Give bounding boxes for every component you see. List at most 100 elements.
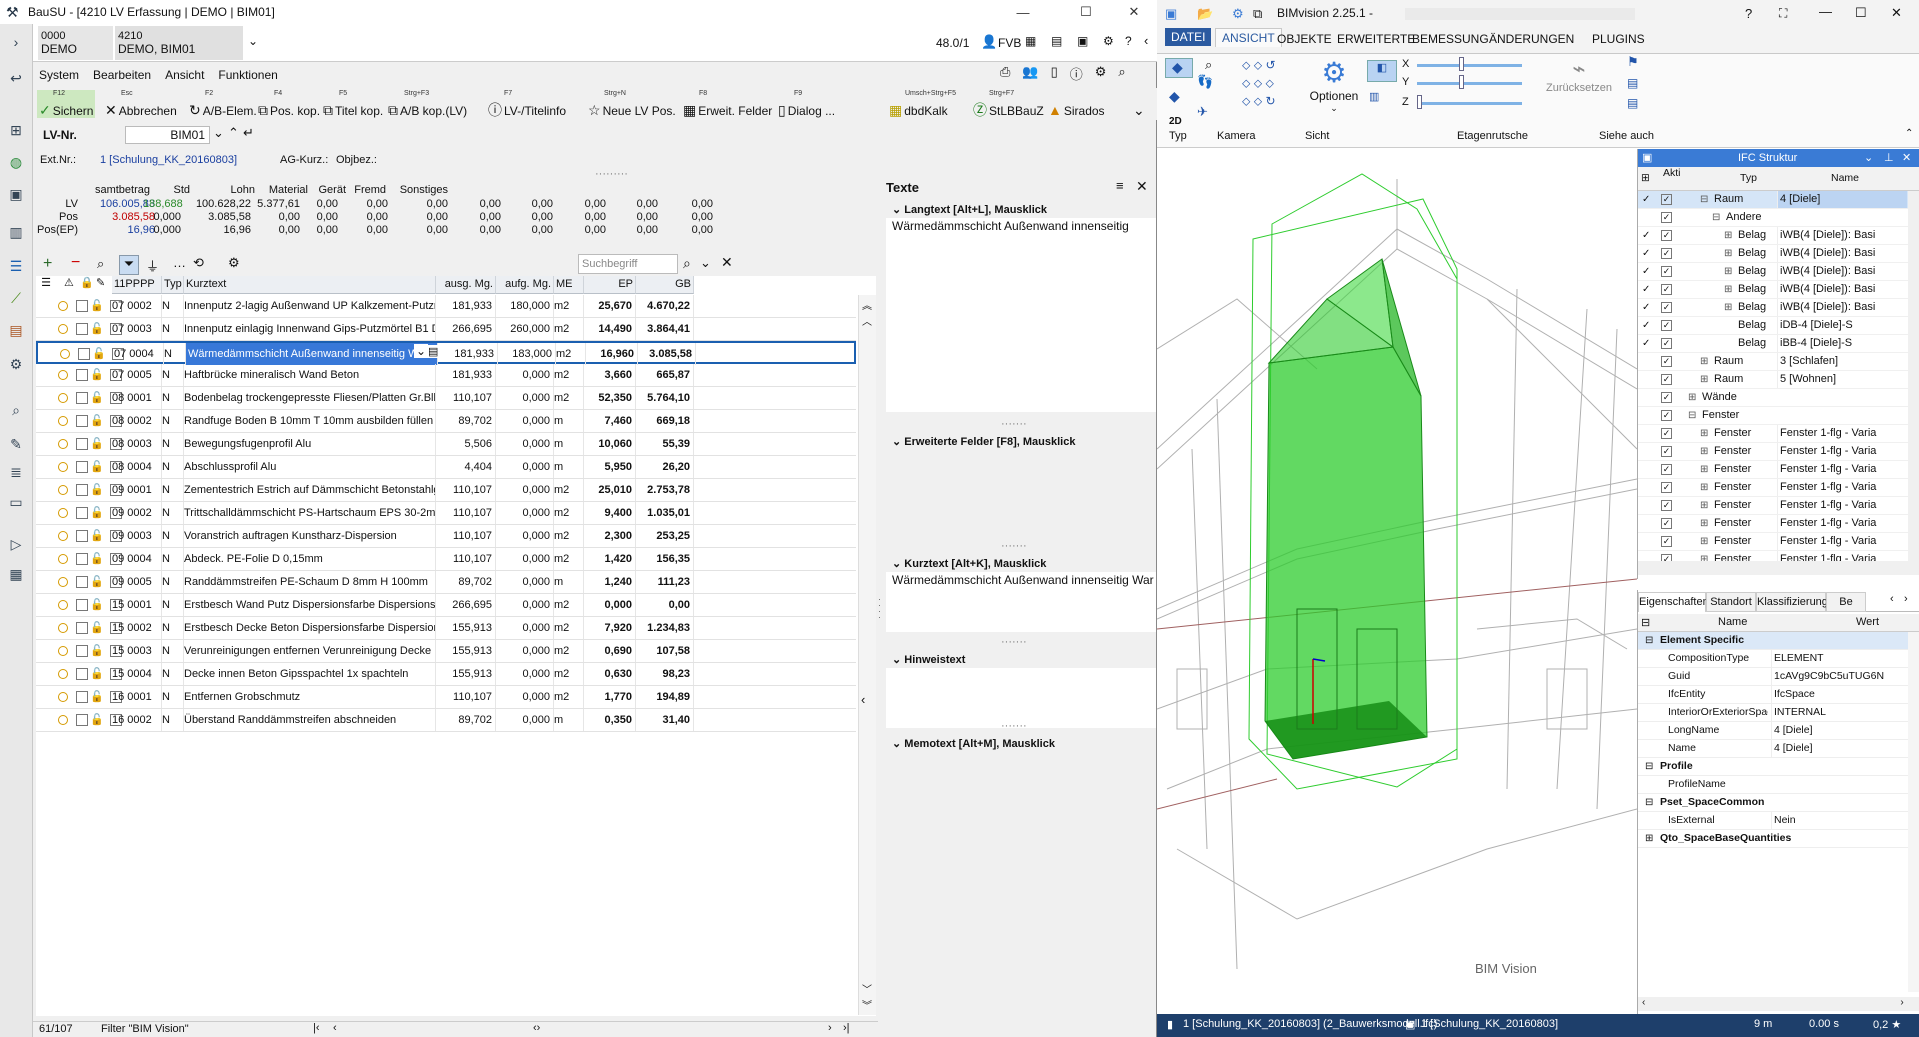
row-checkbox[interactable] xyxy=(76,300,88,312)
tree-row[interactable]: ✓ ✓ ⊞ Belag iWB(4 [Diele]): Basi xyxy=(1638,245,1908,263)
enter-icon[interactable]: ↵ xyxy=(243,125,254,141)
table-row[interactable]: 🔓 08 0002 N Randfuge Boden B 10mm T 10mm au… xyxy=(36,410,856,433)
kurztext-header[interactable]: ⌄ Kurztext [Alt+K], Mausklick xyxy=(886,556,1156,572)
menu-ansicht[interactable]: Ansicht xyxy=(165,68,204,82)
chevron-down-icon[interactable]: ⌄ xyxy=(1864,149,1873,167)
z-slider-thumb[interactable] xyxy=(1417,95,1422,109)
status-circle-icon[interactable] xyxy=(58,577,68,587)
lock-icon[interactable]: 🔓 xyxy=(90,483,104,496)
nav-last-icon[interactable]: ›| xyxy=(843,1022,850,1034)
maximize-button[interactable]: ☐ xyxy=(1063,0,1109,24)
property-row[interactable]: ProfileName xyxy=(1638,776,1908,794)
tree-checkbox[interactable]: ✓ xyxy=(1661,518,1672,529)
splitter-dots[interactable]: ······· xyxy=(1001,540,1027,552)
cell-kurztext[interactable]: Haftbrücke mineralisch Wand Beton xyxy=(184,364,436,386)
expand-icon[interactable]: ⊟ xyxy=(1712,209,1720,226)
status-circle-icon[interactable] xyxy=(58,393,68,403)
add-icon[interactable]: + xyxy=(43,255,52,273)
table-row[interactable]: 🔓 08 0003 N Bewegungsfugenprofil Alu 5,506 0,… xyxy=(36,433,856,456)
expand-icon[interactable]: ⊞ xyxy=(1724,227,1732,244)
status-circle-icon[interactable] xyxy=(58,508,68,518)
tree-row[interactable]: ✓ ✓ ⊟ Raum 4 [Diele] xyxy=(1638,191,1908,209)
tab-objekte[interactable]: OBJEKTE xyxy=(1277,32,1332,46)
table-row[interactable]: 🔓 07 0002 N Innenputz 2-lagig Außenwand UP … xyxy=(36,295,856,318)
memotext-body[interactable] xyxy=(886,752,1156,1032)
ab-elem-button[interactable]: F2 ↻ A/B-Elem. xyxy=(189,90,257,118)
expand-icon[interactable]: ⊞ xyxy=(1700,515,1708,532)
property-row[interactable]: IsExternal Nein xyxy=(1638,812,1908,830)
tree-checkbox[interactable]: ✓ xyxy=(1661,356,1672,367)
row-checkbox[interactable] xyxy=(76,576,88,588)
tree-checkbox[interactable]: ✓ xyxy=(1661,410,1672,421)
toolbar-overflow-icon[interactable]: ⌄ xyxy=(1133,90,1147,118)
lock-icon[interactable]: 🔓 xyxy=(90,644,104,657)
table-row[interactable]: 🔓 07 0005 N Haftbrücke mineralisch Wand Bet… xyxy=(36,364,856,387)
chevron-down-icon[interactable]: ⌄ xyxy=(213,125,224,141)
tree-row[interactable]: ✓ ⊞ Fenster Fenster 1-flg - Varia xyxy=(1638,497,1908,515)
report-icon[interactable]: ▦ xyxy=(6,564,26,584)
status-circle-icon[interactable] xyxy=(58,370,68,380)
expand-icon[interactable]: ⊟ xyxy=(1688,407,1696,424)
expand-icon[interactable]: ⊞ xyxy=(1700,533,1708,550)
collapse-icon[interactable]: ⊞ xyxy=(1645,830,1653,847)
plane-icon[interactable]: ✈ xyxy=(1197,104,1208,120)
col-kurztext[interactable]: Kurztext xyxy=(184,276,436,294)
table-row[interactable]: 🔓 15 0003 N Verunreinigungen entfernen Veru… xyxy=(36,640,856,663)
status-circle-icon[interactable] xyxy=(58,301,68,311)
tree-row[interactable]: ✓ ⊞ Fenster Fenster 1-flg - Varia xyxy=(1638,461,1908,479)
camera-tools[interactable]: ⬦ ⬦ ↺ ⬦ ⬦ ⬦ ⬦ ⬦ ↻ xyxy=(1242,56,1307,116)
col-name[interactable]: Name xyxy=(1831,172,1859,184)
row-checkbox[interactable] xyxy=(76,507,88,519)
warning-icon[interactable]: ⚠ xyxy=(64,276,74,289)
image-icon[interactable]: ▣ xyxy=(6,184,26,204)
dialog-button[interactable]: F9 ▯ Dialog ... xyxy=(778,90,835,118)
lock-icon[interactable]: 🔓 xyxy=(90,391,104,404)
page-icon[interactable]: ▯ xyxy=(1051,64,1058,86)
cube-icon[interactable]: ◆ xyxy=(1169,88,1180,105)
search-input[interactable]: Suchbegriff xyxy=(578,254,678,274)
table-row[interactable]: 🔓 16 0001 N Entfernen Grobschmutz 110,107 0,0… xyxy=(36,686,856,709)
scroll-up-icon[interactable]: ︿ xyxy=(862,313,872,328)
prop-tab[interactable]: Be xyxy=(1826,592,1866,612)
back-arrow-icon[interactable]: ↩ xyxy=(6,68,26,88)
status-circle-icon[interactable] xyxy=(60,349,70,359)
ifc-hscrollbar[interactable] xyxy=(1638,561,1919,575)
book-icon[interactable]: ▥ xyxy=(1369,90,1379,103)
flag-icon[interactable]: ⚑ xyxy=(1627,54,1639,70)
collapse-icon[interactable]: ⊟ xyxy=(1645,794,1653,811)
globe-icon[interactable]: ◍ xyxy=(6,152,26,172)
hinweis-header[interactable]: ⌄ Hinweistext xyxy=(886,652,1156,668)
status-circle-icon[interactable] xyxy=(58,692,68,702)
tab-plugins[interactable]: PLUGINS xyxy=(1592,32,1645,46)
nav-resize-icon[interactable]: ‹› xyxy=(533,1022,540,1034)
row-checkbox[interactable] xyxy=(76,668,88,680)
doc-icon[interactable]: ▤ xyxy=(428,345,439,358)
expand-icon[interactable]: ⊞ xyxy=(1724,299,1732,316)
table-row[interactable]: 🔓 15 0002 N Erstbesch Decke Beton Dispersio… xyxy=(36,617,856,640)
cell-kurztext[interactable]: Überstand Randdämmstreifen abschneiden xyxy=(184,709,436,731)
scroll-down-icon[interactable]: ﹀ xyxy=(862,981,872,996)
expand-icon[interactable]: ⊞ xyxy=(1700,551,1708,561)
tree-checkbox[interactable]: ✓ xyxy=(1661,482,1672,493)
tree-checkbox[interactable]: ✓ xyxy=(1661,554,1672,561)
tree-row[interactable]: ✓ ✓ ⊞ Belag iWB(4 [Diele]): Basi xyxy=(1638,299,1908,317)
tree-row[interactable]: ✓ ✓ ⊞ Belag iWB(4 [Diele]): Basi xyxy=(1638,227,1908,245)
row-checkbox[interactable] xyxy=(76,714,88,726)
tree-checkbox[interactable]: ✓ xyxy=(1661,194,1672,205)
row-checkbox[interactable] xyxy=(76,622,88,634)
tree-checkbox[interactable]: ✓ xyxy=(1661,302,1672,313)
table-row[interactable]: 🔓 09 0003 N Voranstrich auftragen Kunstharz… xyxy=(36,525,856,548)
grid-scrollbar[interactable]: ︽ ︿ ﹀ ︾ xyxy=(858,295,876,1015)
tab-bemessung[interactable]: BEMESSUNG xyxy=(1412,32,1489,46)
menu-icon[interactable]: ≡ xyxy=(1116,178,1124,193)
cell-kurztext[interactable]: Wärmedämmschicht Außenwand innenseitig W… xyxy=(186,343,438,365)
cell-kurztext[interactable]: Bodenbelag trockengepresste Fliesen/Plat… xyxy=(184,387,436,409)
help-icon[interactable]: ? xyxy=(1745,6,1752,21)
tree-row[interactable]: ✓ ✓ ⊞ Belag iWB(4 [Diele]): Basi xyxy=(1638,281,1908,299)
col-pos[interactable]: 11PPPP xyxy=(112,276,162,294)
row-checkbox[interactable] xyxy=(76,645,88,657)
table-row[interactable]: 🔓 09 0004 N Abdeck. PE-Folie D 0,15mm 110,10… xyxy=(36,548,856,571)
collapse-all-icon[interactable]: ⊟ xyxy=(1641,616,1650,629)
y-slider[interactable] xyxy=(1417,82,1522,85)
tree-checkbox[interactable]: ✓ xyxy=(1661,266,1672,277)
